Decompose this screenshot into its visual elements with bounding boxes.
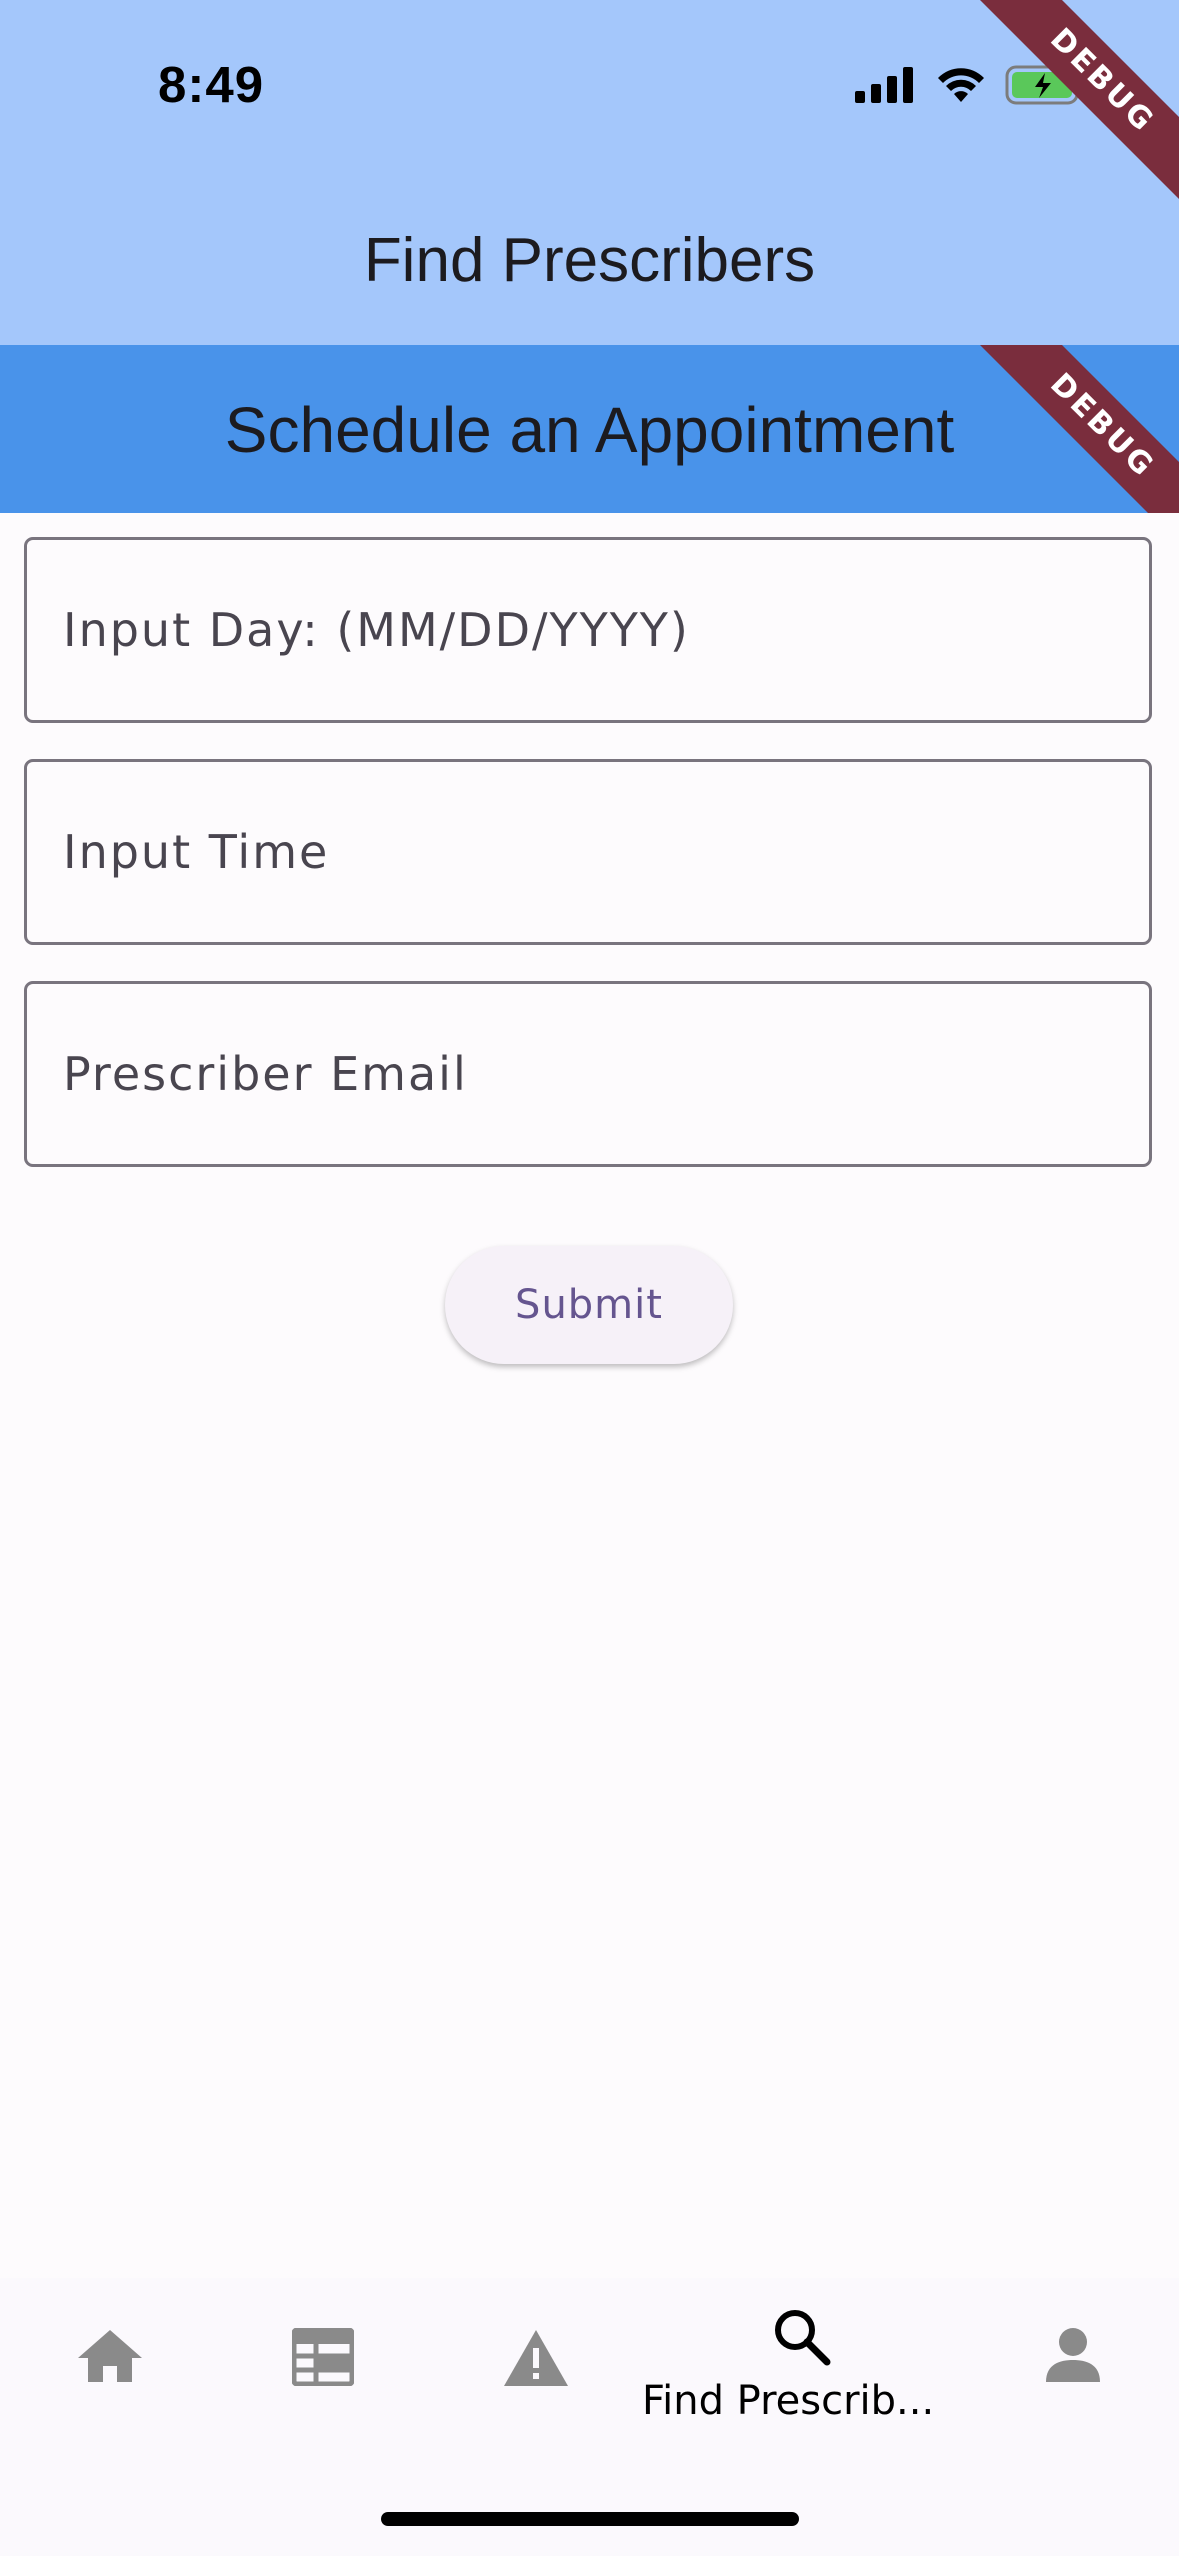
day-field[interactable] bbox=[24, 537, 1152, 723]
day-input[interactable] bbox=[63, 540, 1113, 720]
nav-item-profile[interactable] bbox=[1010, 2278, 1140, 2468]
time-input[interactable] bbox=[63, 762, 1113, 942]
table-icon bbox=[292, 2328, 354, 2386]
time-field[interactable] bbox=[24, 759, 1152, 945]
nav-item-home[interactable] bbox=[40, 2278, 180, 2468]
home-icon bbox=[78, 2330, 142, 2382]
inner-app-bar: Schedule an Appointment DEBUG bbox=[0, 345, 1179, 513]
warning-icon bbox=[504, 2330, 568, 2386]
home-indicator[interactable] bbox=[381, 2512, 799, 2526]
nav-item-table[interactable] bbox=[252, 2278, 392, 2468]
submit-button[interactable]: Submit bbox=[445, 1246, 733, 1364]
wifi-icon bbox=[938, 68, 984, 102]
outer-app-bar: 8:49 Find Prescribers DEBUG bbox=[0, 0, 1179, 345]
person-icon bbox=[1046, 2328, 1100, 2382]
page-title: Schedule an Appointment bbox=[224, 394, 955, 466]
nav-label-find-prescribers: Find Prescrib... bbox=[642, 2378, 935, 2424]
email-field[interactable] bbox=[24, 981, 1152, 1167]
search-icon bbox=[775, 2310, 831, 2366]
signal-icon bbox=[855, 67, 913, 103]
nav-item-alerts[interactable] bbox=[466, 2278, 606, 2468]
status-time: 8:49 bbox=[158, 56, 265, 113]
email-input[interactable] bbox=[63, 984, 1113, 1164]
outer-app-bar-title: Find Prescribers bbox=[363, 226, 816, 295]
nav-item-find-prescribers[interactable]: Find Prescrib... bbox=[630, 2278, 960, 2468]
